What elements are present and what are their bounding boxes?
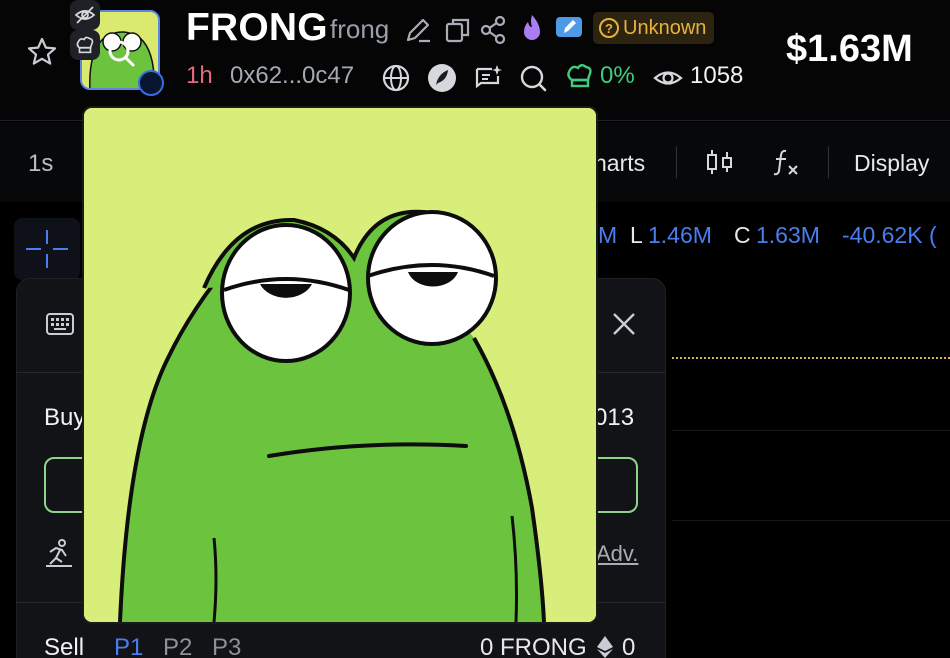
search-icon[interactable]	[104, 36, 138, 70]
token-name: FRONG	[186, 6, 328, 49]
function-icon[interactable]	[770, 146, 802, 178]
eye-icon	[653, 71, 683, 85]
display-button[interactable]: Display	[854, 150, 929, 177]
feather-icon[interactable]	[426, 62, 458, 94]
charts-button[interactable]: harts	[594, 150, 645, 177]
runner-icon[interactable]	[44, 538, 74, 568]
holders-percent: 0%	[600, 62, 635, 89]
view-count: 1058	[690, 62, 744, 89]
share-icon[interactable]	[478, 14, 510, 46]
buy-balance: 013	[594, 404, 635, 431]
token-image-preview	[82, 106, 598, 624]
status-label: Unknown	[623, 16, 707, 39]
ohlc-high: M	[598, 222, 618, 248]
hidden-eye-icon	[74, 6, 96, 24]
hidden-eye-badge[interactable]	[70, 0, 100, 30]
grid-line	[672, 430, 950, 431]
star-icon[interactable]	[26, 36, 58, 68]
pencil-badge-icon	[556, 17, 582, 37]
crosshair-tool[interactable]	[14, 218, 80, 280]
flame-icon	[524, 15, 540, 40]
close-icon[interactable]	[608, 308, 640, 340]
advanced-link[interactable]: Adv.	[596, 541, 638, 567]
price-line	[672, 357, 950, 359]
toolbar-divider	[676, 146, 677, 178]
buy-label: Buy	[44, 404, 86, 431]
ethereum-icon	[597, 636, 613, 658]
preset-p1[interactable]: P1	[114, 634, 143, 658]
keyboard-icon[interactable]	[44, 308, 76, 340]
chef-hat-icon	[567, 64, 592, 88]
contract-address[interactable]: 0x62...0c47	[230, 62, 354, 90]
preset-p2[interactable]: P2	[163, 634, 192, 658]
toolbar-divider	[828, 146, 829, 178]
sell-label: Sell	[44, 634, 85, 658]
crosshair-icon	[26, 230, 68, 268]
preset-p3[interactable]: P3	[212, 634, 241, 658]
edit-icon[interactable]	[402, 14, 434, 46]
sparkle-chat-icon[interactable]	[472, 62, 504, 94]
token-ticker: frong	[330, 14, 390, 44]
ohlc-low-label: L	[630, 222, 643, 248]
globe-icon[interactable]	[380, 62, 412, 94]
ohlc-low-value: 1.46M	[648, 222, 712, 248]
candlestick-icon[interactable]	[704, 146, 736, 178]
sell-token-balance: 0 FRONG	[480, 634, 587, 658]
status-badge[interactable]: ? Unknown	[593, 12, 715, 44]
market-cap: $1.63M	[786, 28, 913, 70]
chef-hat-icon	[76, 36, 94, 54]
frog-image	[84, 108, 596, 622]
ohlc-close-label: C	[734, 222, 751, 248]
timeframe-1s[interactable]: 1s	[28, 150, 53, 178]
search-circle-icon[interactable]	[518, 62, 550, 94]
pump-badge	[138, 70, 164, 96]
eth-balance: 0	[622, 634, 636, 658]
copy-icon[interactable]	[442, 14, 474, 46]
question-icon: ?	[599, 18, 619, 38]
chef-hat-badge[interactable]	[70, 30, 100, 60]
ohlc-change: -40.62K (	[842, 222, 937, 248]
token-age: 1h	[186, 62, 213, 89]
ohlc-close-value: 1.63M	[756, 222, 820, 248]
grid-line	[672, 520, 950, 521]
